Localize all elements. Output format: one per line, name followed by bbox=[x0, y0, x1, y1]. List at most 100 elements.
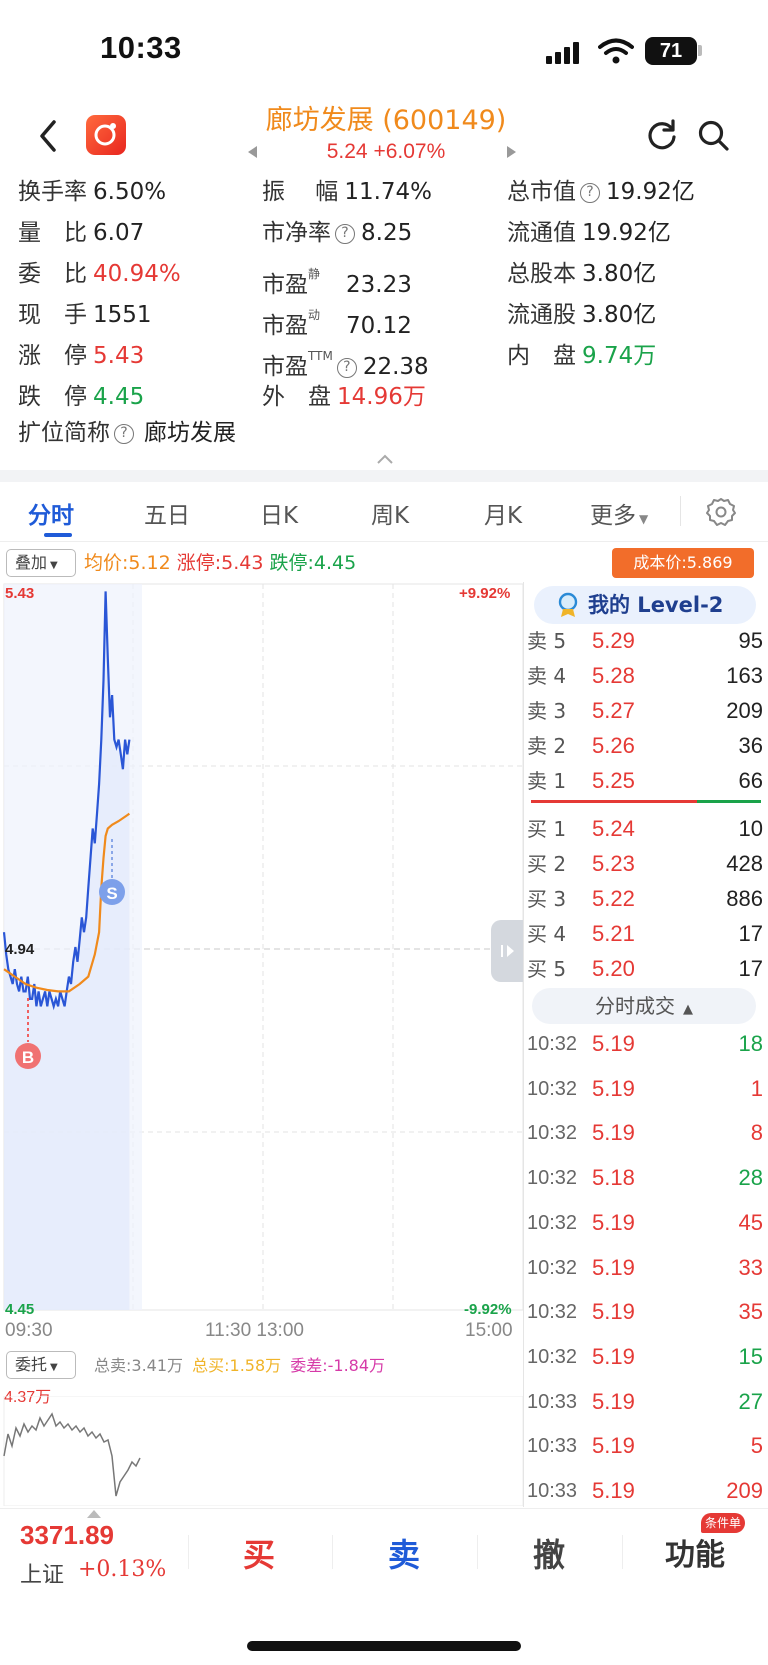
stat-float-shares: 流通股 3.80亿 bbox=[507, 300, 656, 330]
help-icon[interactable]: ? bbox=[336, 358, 357, 378]
trade-row: 10:33 5.19 209 bbox=[527, 1471, 763, 1511]
expand-index-icon[interactable] bbox=[87, 1510, 101, 1518]
buy-marker-label: B bbox=[22, 1048, 34, 1067]
cancel-button[interactable]: 撤 bbox=[509, 1530, 589, 1576]
bid-price: 5.21 bbox=[592, 921, 635, 946]
stat-value: 23.23 bbox=[346, 272, 412, 298]
stat-current-hand: 现 手 1551 bbox=[18, 300, 152, 330]
stat-pe-dynamic: 市盈动 70.12 bbox=[262, 300, 412, 339]
x-tick-midday: 11:30 13:00 bbox=[205, 1320, 304, 1341]
trade-volume: 8 bbox=[750, 1120, 763, 1146]
stat-label: 外 盘 bbox=[262, 384, 331, 410]
bid-volume: 428 bbox=[726, 851, 763, 876]
stat-value: 3.80亿 bbox=[582, 261, 657, 287]
buy-button[interactable]: 买 bbox=[219, 1530, 299, 1576]
tab-intraday[interactable]: 分时 bbox=[28, 496, 74, 530]
bid-side: 买 5 bbox=[527, 957, 567, 981]
ask-row[interactable]: 卖 4 5.28 163 bbox=[527, 659, 763, 693]
stat-value: 14.96万 bbox=[337, 384, 426, 410]
stat-float-cap: 流通值 19.92亿 bbox=[507, 218, 671, 248]
delegation-chart[interactable] bbox=[0, 1396, 523, 1506]
tab-daily-k[interactable]: 日K bbox=[260, 496, 298, 530]
trade-row: 10:32 5.19 45 bbox=[527, 1203, 763, 1243]
tab-more[interactable]: 更多 ▼ bbox=[590, 496, 648, 530]
ask-price: 5.27 bbox=[592, 698, 635, 723]
trade-price: 5.19 bbox=[592, 1209, 635, 1235]
search-icon[interactable] bbox=[696, 118, 730, 152]
stat-label: 流通股 bbox=[507, 302, 576, 328]
next-stock-icon[interactable] bbox=[507, 146, 516, 158]
ask-row[interactable]: 卖 5 5.29 95 bbox=[527, 624, 763, 658]
bid-row[interactable]: 买 3 5.22 886 bbox=[527, 882, 763, 916]
total-sell: 总卖:3.41万 bbox=[94, 1356, 184, 1375]
overlay-dropdown[interactable]: 叠加 ▼ bbox=[6, 549, 76, 577]
orderbook-toggle-handle[interactable] bbox=[491, 920, 523, 982]
delegation-dropdown[interactable]: 委托 ▼ bbox=[6, 1351, 76, 1379]
stat-label: 量 比 bbox=[18, 220, 87, 246]
back-icon[interactable] bbox=[34, 116, 62, 156]
ask-volume: 163 bbox=[726, 663, 763, 688]
bid-row[interactable]: 买 4 5.21 17 bbox=[527, 917, 763, 951]
trade-row: 10:32 5.19 18 bbox=[527, 1024, 763, 1064]
help-icon[interactable]: ? bbox=[580, 183, 600, 203]
overlay-info: 均价:5.12 涨停:5.43 跌停:4.45 bbox=[84, 549, 356, 577]
refresh-icon[interactable] bbox=[645, 118, 679, 152]
trade-time: 10:32 bbox=[527, 1345, 578, 1368]
tab-five-day[interactable]: 五日 bbox=[144, 496, 190, 530]
bid-row[interactable]: 买 5 5.20 17 bbox=[527, 952, 763, 986]
stat-label: 振 幅 bbox=[262, 179, 339, 205]
trade-volume: 45 bbox=[738, 1209, 763, 1235]
tab-weekly-k[interactable]: 周K bbox=[371, 496, 409, 530]
index-name[interactable]: 上证 bbox=[20, 1557, 64, 1589]
bid-side: 买 4 bbox=[527, 922, 567, 946]
tab-underline bbox=[44, 533, 72, 537]
ask-side: 卖 5 bbox=[527, 629, 567, 653]
home-indicator[interactable] bbox=[247, 1641, 521, 1651]
trade-row: 10:33 5.19 5 bbox=[527, 1426, 763, 1466]
stat-value: 3.80亿 bbox=[582, 302, 657, 328]
intraday-chart[interactable]: B S bbox=[0, 582, 525, 1312]
ask-row[interactable]: 卖 2 5.26 36 bbox=[527, 729, 763, 763]
index-value[interactable]: 3371.89 bbox=[20, 1520, 114, 1551]
caret-down-icon: ▼ bbox=[50, 1362, 58, 1373]
conditional-order-badge[interactable]: 条件单 bbox=[701, 1513, 745, 1533]
bid-row[interactable]: 买 2 5.23 428 bbox=[527, 847, 763, 881]
stat-short-name[interactable]: 扩位简称? 廊坊发展 bbox=[18, 418, 236, 448]
trade-price: 5.19 bbox=[592, 1120, 635, 1146]
signal-icon bbox=[546, 42, 582, 64]
status-time: 10:33 bbox=[100, 30, 182, 65]
bid-row[interactable]: 买 1 5.24 10 bbox=[527, 812, 763, 846]
caret-down-icon: ▼ bbox=[50, 560, 58, 571]
bid-volume: 886 bbox=[726, 886, 763, 911]
help-icon[interactable]: ? bbox=[335, 224, 355, 244]
y-label-bottom: 4.45 bbox=[5, 1301, 35, 1318]
stat-value: 廊坊发展 bbox=[144, 420, 236, 446]
functions-button[interactable]: 功能 bbox=[655, 1530, 735, 1574]
ask-row[interactable]: 卖 1 5.25 66 bbox=[527, 764, 763, 798]
stat-label: 流通值 bbox=[507, 220, 576, 246]
ask-volume: 36 bbox=[738, 733, 763, 758]
ask-row[interactable]: 卖 3 5.27 209 bbox=[527, 694, 763, 728]
sell-button[interactable]: 卖 bbox=[364, 1530, 444, 1576]
help-icon[interactable]: ? bbox=[114, 424, 134, 444]
action-separator bbox=[188, 1535, 189, 1569]
trade-row: 10:32 5.19 33 bbox=[527, 1248, 763, 1288]
bid-side: 买 3 bbox=[527, 887, 567, 911]
collapse-chevron-up-icon[interactable] bbox=[376, 454, 394, 464]
stat-value: 40.94% bbox=[93, 261, 181, 287]
bid-side: 买 1 bbox=[527, 817, 567, 841]
stat-volume-ratio: 量 比 6.07 bbox=[18, 218, 144, 248]
tab-separator bbox=[680, 496, 681, 526]
ask-side: 卖 4 bbox=[527, 664, 567, 688]
cost-price-badge[interactable]: 成本价:5.869 bbox=[612, 548, 754, 578]
gear-icon[interactable] bbox=[705, 496, 737, 528]
stat-market-cap[interactable]: 总市值? 19.92亿 bbox=[507, 177, 695, 207]
caret-down-icon: ▼ bbox=[639, 512, 649, 526]
stat-turnover: 换手率 6.50% bbox=[18, 177, 166, 207]
stat-pb[interactable]: 市净率? 8.25 bbox=[262, 218, 412, 248]
bid-side: 买 2 bbox=[527, 852, 567, 876]
stat-pe-ttm[interactable]: 市盈TTM? 22.38 bbox=[262, 341, 429, 380]
trades-toggle[interactable]: 分时成交 ▲ bbox=[532, 988, 756, 1024]
tab-monthly-k[interactable]: 月K bbox=[484, 496, 522, 530]
stat-value: 22.38 bbox=[362, 354, 429, 380]
